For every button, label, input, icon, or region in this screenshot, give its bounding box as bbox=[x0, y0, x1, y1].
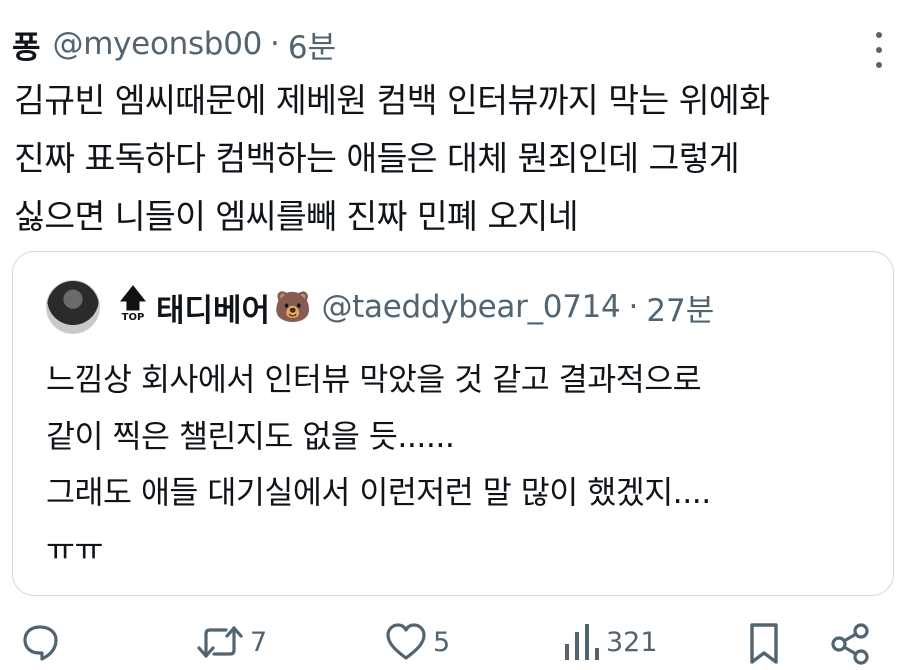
quoted-tweet-text: 느낌상 회사에서 인터뷰 막았을 것 같고 결과적으로 같이 찍은 챌린지도 없… bbox=[46, 352, 886, 578]
bear-emoji-icon: 🐻 bbox=[274, 289, 312, 325]
bar-chart-icon bbox=[565, 624, 599, 660]
like-count: 5 bbox=[433, 626, 451, 658]
quoted-author-handle[interactable]: @taeddybear_0714 bbox=[321, 289, 620, 325]
quoted-text-line: ㅠㅠ bbox=[46, 531, 103, 568]
like-button[interactable]: 5 bbox=[385, 622, 450, 662]
avatar[interactable] bbox=[46, 280, 100, 334]
tweet-text-line: 싫으면 니들이 엠씨를빼 진짜 민폐 오지네 bbox=[14, 197, 579, 236]
share-icon bbox=[831, 623, 869, 665]
views-count: 321 bbox=[606, 626, 658, 658]
tweet-header: 퐁 @myeonsb00 · 6분 bbox=[12, 22, 336, 66]
quoted-tweet-time[interactable]: 27분 bbox=[646, 285, 714, 330]
quoted-tweet-header: 🡅 TOP 태디베어 🐻 @taeddybear_0714 · 27분 bbox=[46, 280, 714, 334]
top-badge-icon: 🡅 TOP bbox=[118, 286, 148, 328]
retweet-button[interactable]: 7 bbox=[196, 622, 267, 662]
more-options-icon[interactable] bbox=[875, 32, 883, 68]
quoted-author-name[interactable]: 태디베어 bbox=[156, 285, 270, 330]
up-arrow-icon: 🡅 bbox=[119, 284, 147, 314]
quoted-text-line: 같이 찍은 챌린지도 없을 듯...... bbox=[46, 418, 455, 455]
author-name[interactable]: 퐁 bbox=[12, 22, 41, 67]
separator-dot: · bbox=[270, 26, 280, 62]
tweet-text-line: 진짜 표독하다 컴백하는 애들은 대체 뭔죄인데 그렇게 bbox=[14, 139, 740, 178]
quoted-text-line: 느낌상 회사에서 인터뷰 막았을 것 같고 결과적으로 bbox=[46, 362, 702, 398]
separator-dot: · bbox=[628, 289, 639, 325]
quoted-text-line: 그래도 애들 대기실에서 이런저런 말 많이 했겠지.... bbox=[46, 475, 711, 511]
share-button[interactable] bbox=[830, 622, 870, 666]
reply-icon bbox=[23, 625, 58, 661]
quoted-tweet[interactable]: 🡅 TOP 태디베어 🐻 @taeddybear_0714 · 27분 느낌상 … bbox=[12, 251, 894, 596]
views-button[interactable]: 321 bbox=[562, 622, 658, 662]
author-handle[interactable]: @myeonsb00 bbox=[53, 26, 263, 62]
heart-icon bbox=[386, 623, 426, 660]
bookmark-icon bbox=[750, 623, 778, 664]
tweet-text-line: 김규빈 엠씨때문에 제베원 컴백 인터뷰까지 막는 위에화 bbox=[14, 81, 770, 120]
tweet-text: 김규빈 엠씨때문에 제베원 컴백 인터뷰까지 막는 위에화 진짜 표독하다 컴백… bbox=[14, 72, 899, 246]
retweet-icon bbox=[197, 626, 243, 658]
top-badge-label: TOP bbox=[121, 312, 145, 323]
retweet-count: 7 bbox=[250, 626, 268, 658]
reply-button[interactable] bbox=[20, 622, 60, 662]
bookmark-button[interactable] bbox=[747, 622, 781, 666]
action-bar: 7 5 321 bbox=[0, 622, 909, 670]
tweet-time[interactable]: 6분 bbox=[288, 22, 336, 67]
